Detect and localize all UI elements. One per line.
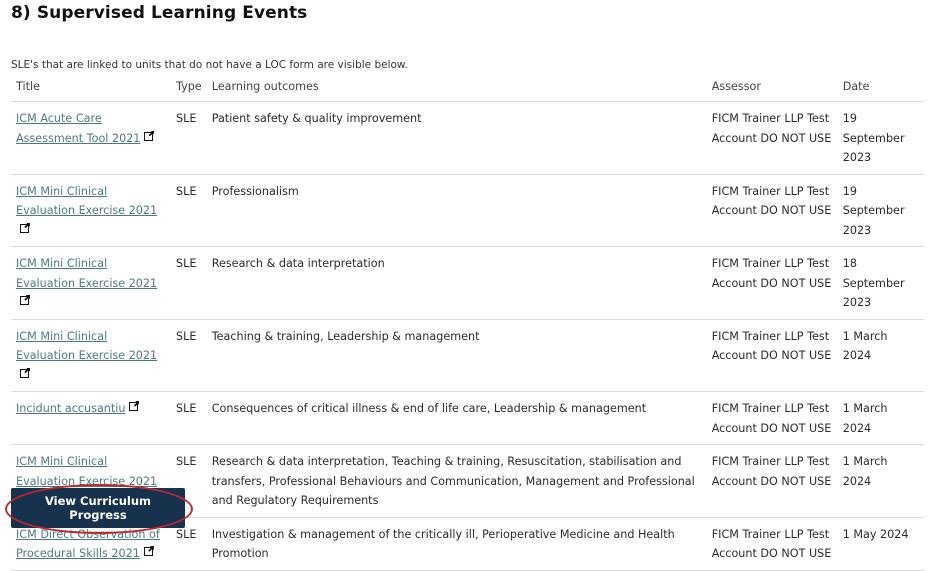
cell-assessor: FICM Trainer LLP Test Account DO NOT USE — [706, 101, 838, 175]
sle-title-link[interactable]: ICM Mini Clinical Evaluation Exercise 20… — [16, 257, 157, 290]
cell-title: ICM Mini Clinical Evaluation Exercise 20… — [11, 174, 171, 247]
view-curriculum-progress-button[interactable]: View Curriculum Progress — [11, 488, 185, 528]
sle-title-link[interactable]: ICM Mini Clinical Evaluation Exercise 20… — [16, 330, 157, 363]
cell-type: SLE — [171, 246, 207, 320]
cell-assessor: FICM Trainer LLP Test Account DO NOT USE — [706, 444, 838, 518]
external-link-icon[interactable] — [20, 368, 29, 378]
table-row: ICM Mini Clinical Evaluation Exercise 20… — [11, 319, 924, 392]
external-link-icon[interactable] — [20, 296, 29, 305]
cell-title: ICM Acute Care Assessment Tool 2021 — [11, 101, 171, 175]
cell-outcomes: Teaching & training, Leadership & manage… — [206, 319, 707, 392]
header-title: Title — [11, 78, 171, 102]
section-intro: SLE's that are linked to units that do n… — [11, 59, 408, 71]
cell-date: 19 September 2023 — [837, 174, 924, 247]
cell-date: 1 May 2024 — [837, 517, 924, 571]
table-row: Incidunt accusantiu SLE Consequences of cr… — [11, 391, 924, 445]
table-header-row: Title Type Learning outcomes Assessor Da… — [11, 78, 924, 102]
sle-title-link[interactable]: Incidunt accusantiu — [16, 402, 125, 415]
sle-title-link[interactable]: ICM Acute Care Assessment Tool 2021 — [16, 112, 140, 145]
external-link-icon[interactable] — [129, 402, 139, 411]
cell-type: SLE — [171, 391, 207, 445]
cell-type: SLE — [171, 174, 207, 247]
sle-title-link[interactable]: ICM Direct Observation of Procedural Ski… — [16, 528, 160, 561]
external-link-icon[interactable] — [143, 547, 153, 556]
cell-assessor: FICM Trainer LLP Test Account DO NOT USE — [706, 246, 838, 320]
cell-assessor: FICM Trainer LLP Test Account DO NOT USE — [706, 319, 838, 392]
cell-title: Incidunt accusantiu — [11, 391, 171, 445]
cell-assessor: FICM Trainer LLP Test Account DO NOT USE — [706, 174, 838, 247]
external-link-icon[interactable] — [144, 131, 154, 141]
cell-type: SLE — [171, 101, 207, 175]
cell-outcomes: Research & data interpretation — [206, 246, 707, 320]
cell-outcomes: Professionalism — [206, 174, 707, 247]
sle-title-link[interactable]: ICM Mini Clinical Evaluation Exercise 20… — [16, 455, 157, 488]
cell-date: 1 March 2024 — [837, 319, 924, 392]
view-progress-wrapper: View Curriculum Progress — [5, 484, 193, 534]
cell-outcomes: Investigation & management of the critic… — [206, 517, 707, 571]
table-row: ICM Mini Clinical Evaluation Exercise 20… — [11, 246, 924, 320]
section-title: 8) Supervised Learning Events — [11, 3, 308, 23]
cell-date: 18 September 2023 — [837, 246, 924, 320]
table-row: ICM Acute Care Assessment Tool 2021 SLE Pa… — [11, 101, 924, 175]
cell-assessor: FICM Trainer LLP Test Account DO NOT USE — [706, 517, 838, 571]
cell-outcomes: Patient safety & quality improvement — [206, 101, 707, 175]
sle-title-link[interactable]: ICM Mini Clinical Evaluation Exercise 20… — [16, 185, 157, 218]
cell-title: ICM Mini Clinical Evaluation Exercise 20… — [11, 246, 171, 320]
cell-outcomes: Research & data interpretation, Teaching… — [206, 444, 707, 518]
cell-date: 1 March 2024 — [837, 391, 924, 445]
table-row: ICM Mini Clinical Evaluation Exercise 20… — [11, 174, 924, 247]
cell-outcomes: Consequences of critical illness & end o… — [206, 391, 707, 445]
cell-title: ICM Mini Clinical Evaluation Exercise 20… — [11, 319, 171, 392]
header-outcomes: Learning outcomes — [206, 78, 707, 102]
cell-assessor: FICM Trainer LLP Test Account DO NOT USE — [706, 391, 838, 445]
cell-type: SLE — [171, 319, 207, 392]
cell-date: 19 September 2023 — [837, 101, 924, 175]
header-assessor: Assessor — [706, 78, 838, 102]
cell-date: 1 March 2024 — [837, 444, 924, 518]
external-link-icon[interactable] — [20, 223, 29, 233]
header-date: Date — [837, 78, 924, 102]
header-type: Type — [171, 78, 207, 102]
